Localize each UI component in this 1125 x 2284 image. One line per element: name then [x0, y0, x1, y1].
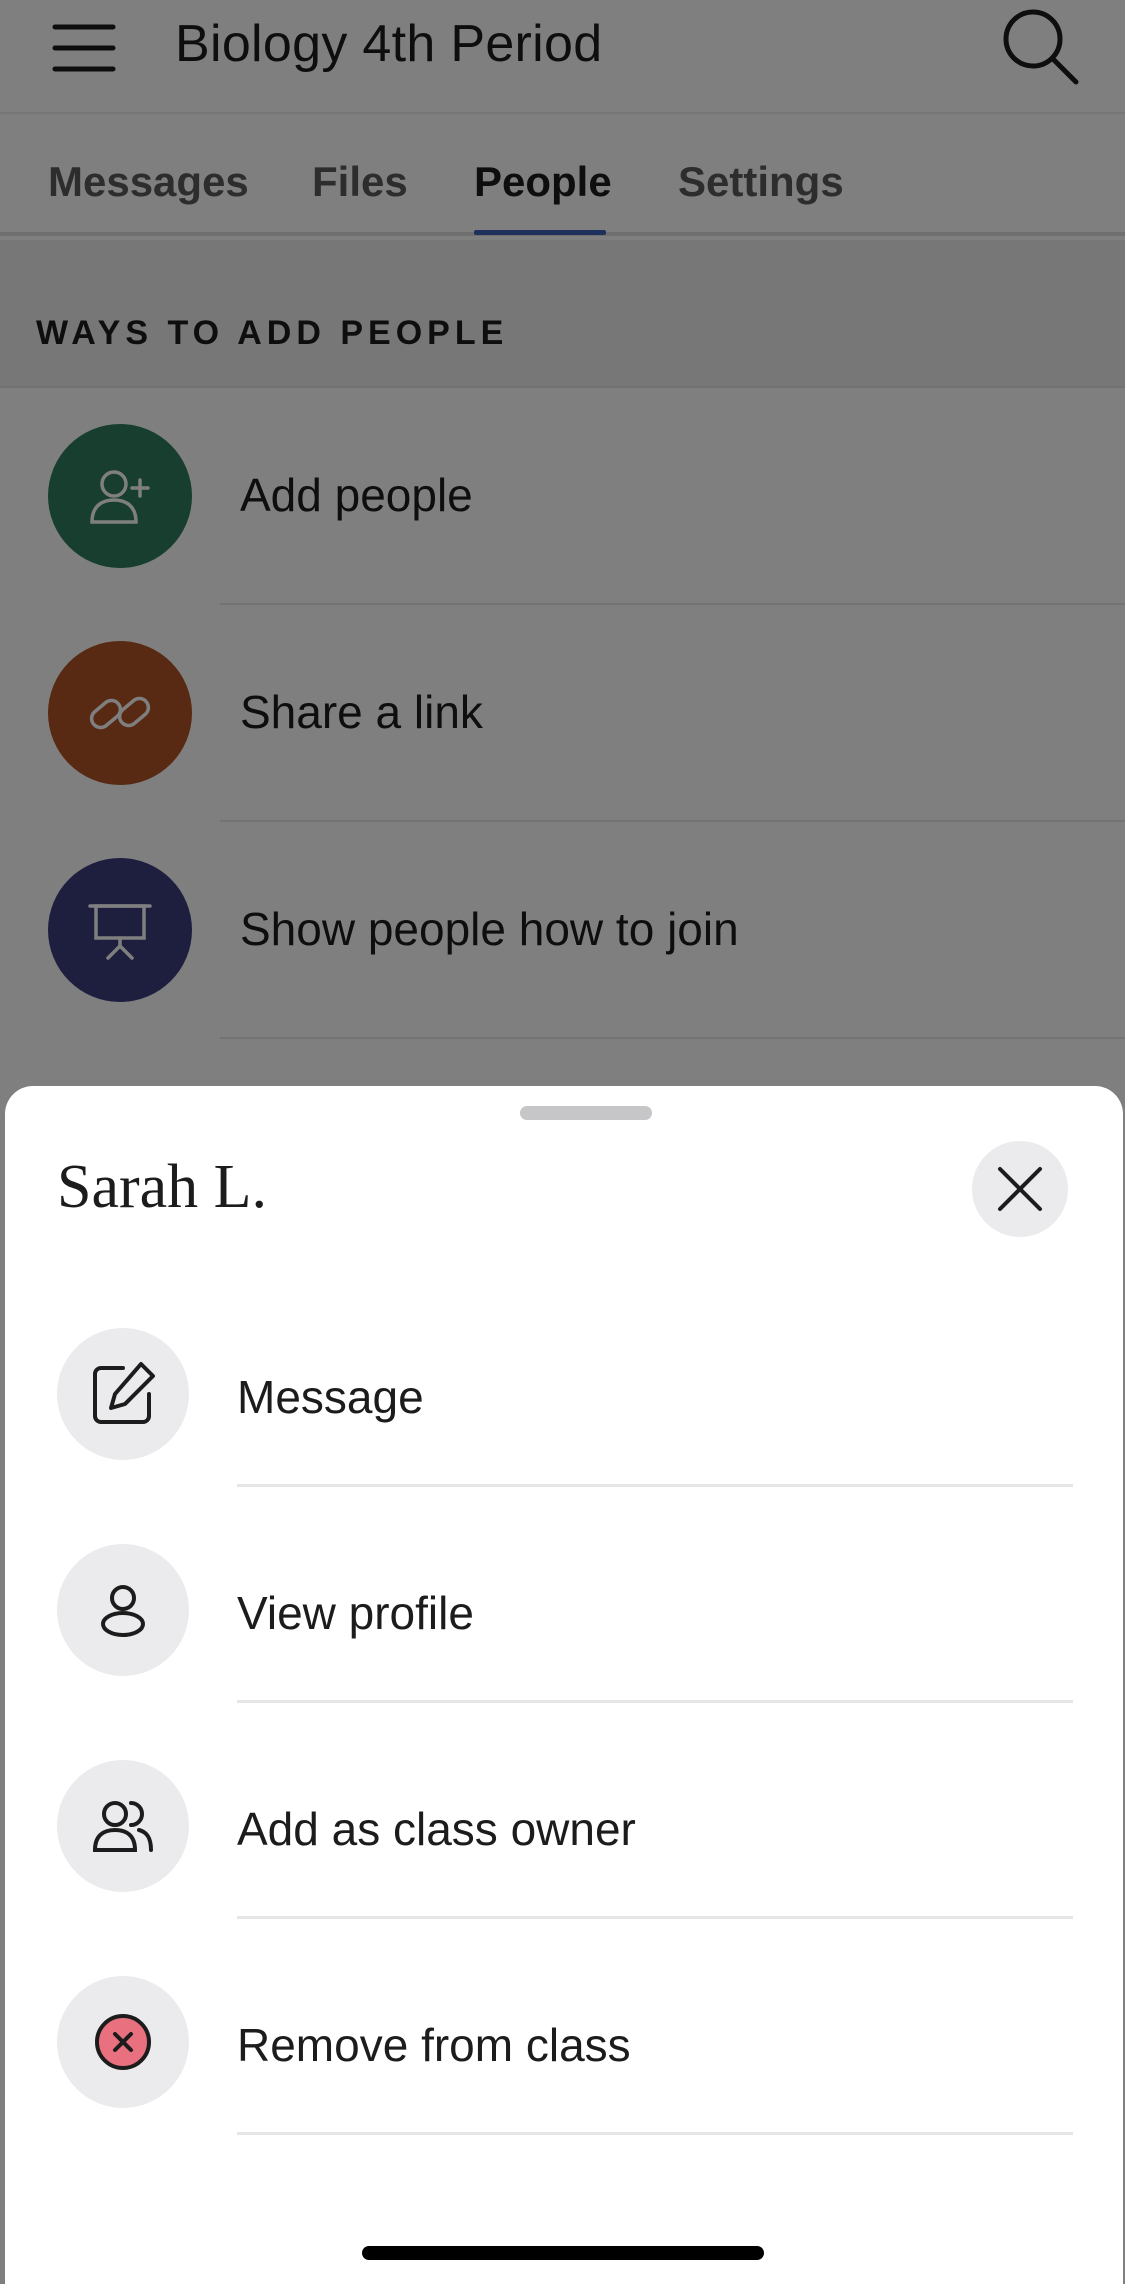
- sheet-grabber[interactable]: [520, 1106, 652, 1120]
- message-action[interactable]: Message: [5, 1314, 1123, 1530]
- divider: [237, 1916, 1073, 1919]
- remove-from-class-action[interactable]: Remove from class: [5, 1962, 1123, 2178]
- home-indicator[interactable]: [362, 2246, 764, 2260]
- people-icon: [57, 1760, 189, 1892]
- member-action-sheet: Sarah L. Message View profile Add as cla…: [5, 1086, 1123, 2284]
- view-profile-label: View profile: [237, 1587, 474, 1639]
- view-profile-action[interactable]: View profile: [5, 1530, 1123, 1746]
- message-label: Message: [237, 1371, 424, 1423]
- close-button[interactable]: [972, 1141, 1068, 1237]
- remove-from-class-label: Remove from class: [237, 2019, 631, 2071]
- close-icon: [998, 1167, 1042, 1211]
- add-class-owner-action[interactable]: Add as class owner: [5, 1746, 1123, 1962]
- divider: [237, 2132, 1073, 2135]
- person-icon: [57, 1544, 189, 1676]
- divider: [237, 1484, 1073, 1487]
- add-class-owner-label: Add as class owner: [237, 1803, 636, 1855]
- remove-icon: [57, 1976, 189, 2108]
- divider: [237, 1700, 1073, 1703]
- compose-icon: [57, 1328, 189, 1460]
- sheet-title: Sarah L.: [57, 1153, 268, 1221]
